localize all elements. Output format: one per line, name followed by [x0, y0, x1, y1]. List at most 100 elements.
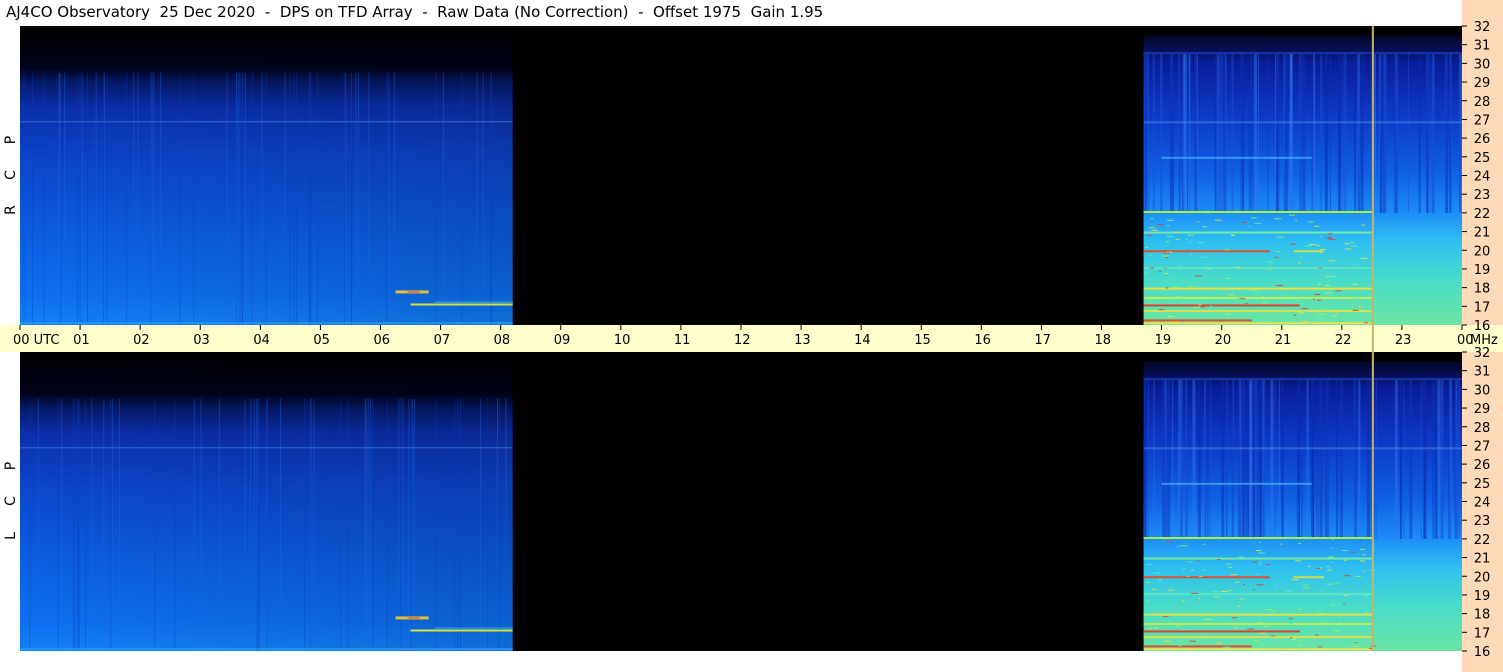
- emission-line: [1143, 622, 1372, 625]
- spectrum-stripe: [1239, 380, 1242, 539]
- emission-speck: [1190, 569, 1194, 571]
- emission-speck: [1299, 606, 1302, 608]
- spectrum-stripe: [151, 72, 153, 325]
- emission-line: [1143, 319, 1252, 322]
- emission-speck: [1241, 222, 1247, 224]
- spectrum-stripe: [64, 72, 66, 325]
- spectrum-stripe: [296, 72, 298, 325]
- emission-speck: [1258, 541, 1261, 543]
- spectrum-stripe: [218, 398, 220, 651]
- emission-speck: [1157, 224, 1164, 226]
- utc-tick-label: 21: [1275, 333, 1292, 348]
- spectrum-stripe: [1426, 54, 1429, 213]
- emission-speck: [1259, 561, 1262, 563]
- emission-speck: [1226, 313, 1231, 315]
- spectrum-stripe: [1153, 380, 1155, 539]
- emission-speck: [1335, 290, 1342, 292]
- spectrum-stripe: [257, 398, 259, 651]
- emission-speck: [1185, 560, 1188, 562]
- emission-speck: [1283, 309, 1287, 311]
- emission-speck: [1291, 639, 1296, 641]
- emission-speck: [1198, 304, 1201, 306]
- emission-speck: [1316, 567, 1321, 569]
- spectrum-stripe: [1383, 54, 1387, 213]
- spectrum-stripe: [1164, 380, 1168, 539]
- emission-line: [1143, 287, 1372, 290]
- emission-speck: [1319, 251, 1323, 253]
- emission-speck: [1224, 277, 1230, 279]
- spectrum-stripe: [87, 72, 89, 325]
- emission-line: [1161, 156, 1312, 159]
- spectrum-stripe: [1455, 380, 1458, 539]
- spectrum-stripe: [1394, 380, 1398, 539]
- spectrum-top-mask: [1143, 26, 1462, 36]
- emission-speck: [1266, 261, 1274, 263]
- emission-speck: [1319, 612, 1326, 614]
- spectrum-stripe: [1319, 380, 1323, 539]
- spectrum-stripe: [1316, 380, 1318, 539]
- emission-speck: [1267, 635, 1274, 637]
- emission-speck: [1341, 550, 1348, 552]
- emission-speck: [1196, 560, 1199, 562]
- spectrum-stripe: [310, 398, 312, 651]
- burst-mark: [410, 629, 513, 632]
- utc-tick-label: 20: [1215, 333, 1232, 348]
- spectrum-stripe: [244, 72, 246, 325]
- utc-tick-label: 02: [133, 333, 150, 348]
- spectrum-stripe: [193, 398, 195, 651]
- spectrum-stripe: [1259, 380, 1262, 539]
- emission-speck: [1285, 295, 1289, 297]
- spectrum-stripe: [368, 72, 370, 325]
- emission-speck: [1230, 558, 1233, 560]
- spectrum-stripe: [37, 398, 39, 651]
- utc-tick-label: 13: [794, 333, 811, 348]
- spectrum-stripe: [345, 72, 347, 325]
- emission-speck: [1364, 322, 1369, 324]
- emission-speck: [1151, 229, 1159, 231]
- spectrum-stripe: [1310, 380, 1314, 539]
- emission-speck: [1265, 564, 1271, 566]
- freq-tick-label: 18: [1474, 608, 1491, 623]
- spectrum-stripe: [29, 398, 31, 651]
- spectrum-stripe: [1274, 54, 1276, 213]
- spectrum-stripe: [119, 398, 121, 651]
- emission-speck: [1298, 542, 1302, 544]
- emission-speck: [1214, 219, 1222, 221]
- emission-speck: [1302, 320, 1310, 322]
- spectrum-stripe: [1143, 380, 1146, 539]
- spectrum-stripe: [1339, 54, 1342, 213]
- spectrum-stripe: [1196, 54, 1198, 213]
- spectrum-stripe: [355, 72, 357, 325]
- emission-speck: [1198, 576, 1203, 578]
- emission-speck: [1280, 543, 1283, 545]
- emission-speck: [1278, 322, 1282, 324]
- spectrum-stripe: [174, 398, 176, 651]
- spectrum-stripe: [1357, 54, 1360, 213]
- emission-speck: [1229, 306, 1234, 308]
- spectrum-stripe: [1250, 54, 1253, 213]
- spectrum-stripe: [1458, 380, 1461, 539]
- spectrum-stripe: [253, 398, 255, 651]
- spectrum-stripe: [61, 398, 63, 651]
- emission-speck: [1332, 315, 1337, 317]
- emission-speck: [1174, 231, 1181, 233]
- spectrum-stripe: [1354, 54, 1357, 213]
- utc-tick-label: 08: [494, 333, 511, 348]
- emission-speck: [1150, 218, 1154, 220]
- spectrum-stripe: [340, 398, 342, 651]
- spectrum-stripe: [1311, 54, 1313, 213]
- emission-speck: [1351, 263, 1355, 265]
- emission-speck: [1247, 628, 1255, 630]
- utc-tick-label: 01: [73, 333, 90, 348]
- spectrum-stripe: [1217, 54, 1221, 213]
- spectrum-stripe: [1395, 54, 1399, 213]
- spectrum-edge: [20, 322, 513, 325]
- emission-speck: [1164, 267, 1167, 269]
- emission-speck: [1239, 598, 1244, 600]
- emission-speck: [1328, 239, 1336, 241]
- emission-speck: [1369, 648, 1373, 650]
- spectrum-stripe: [461, 72, 463, 325]
- spectrum-stripe: [1278, 380, 1280, 539]
- spectrum-stripe: [57, 398, 59, 651]
- emission-speck: [1163, 252, 1170, 254]
